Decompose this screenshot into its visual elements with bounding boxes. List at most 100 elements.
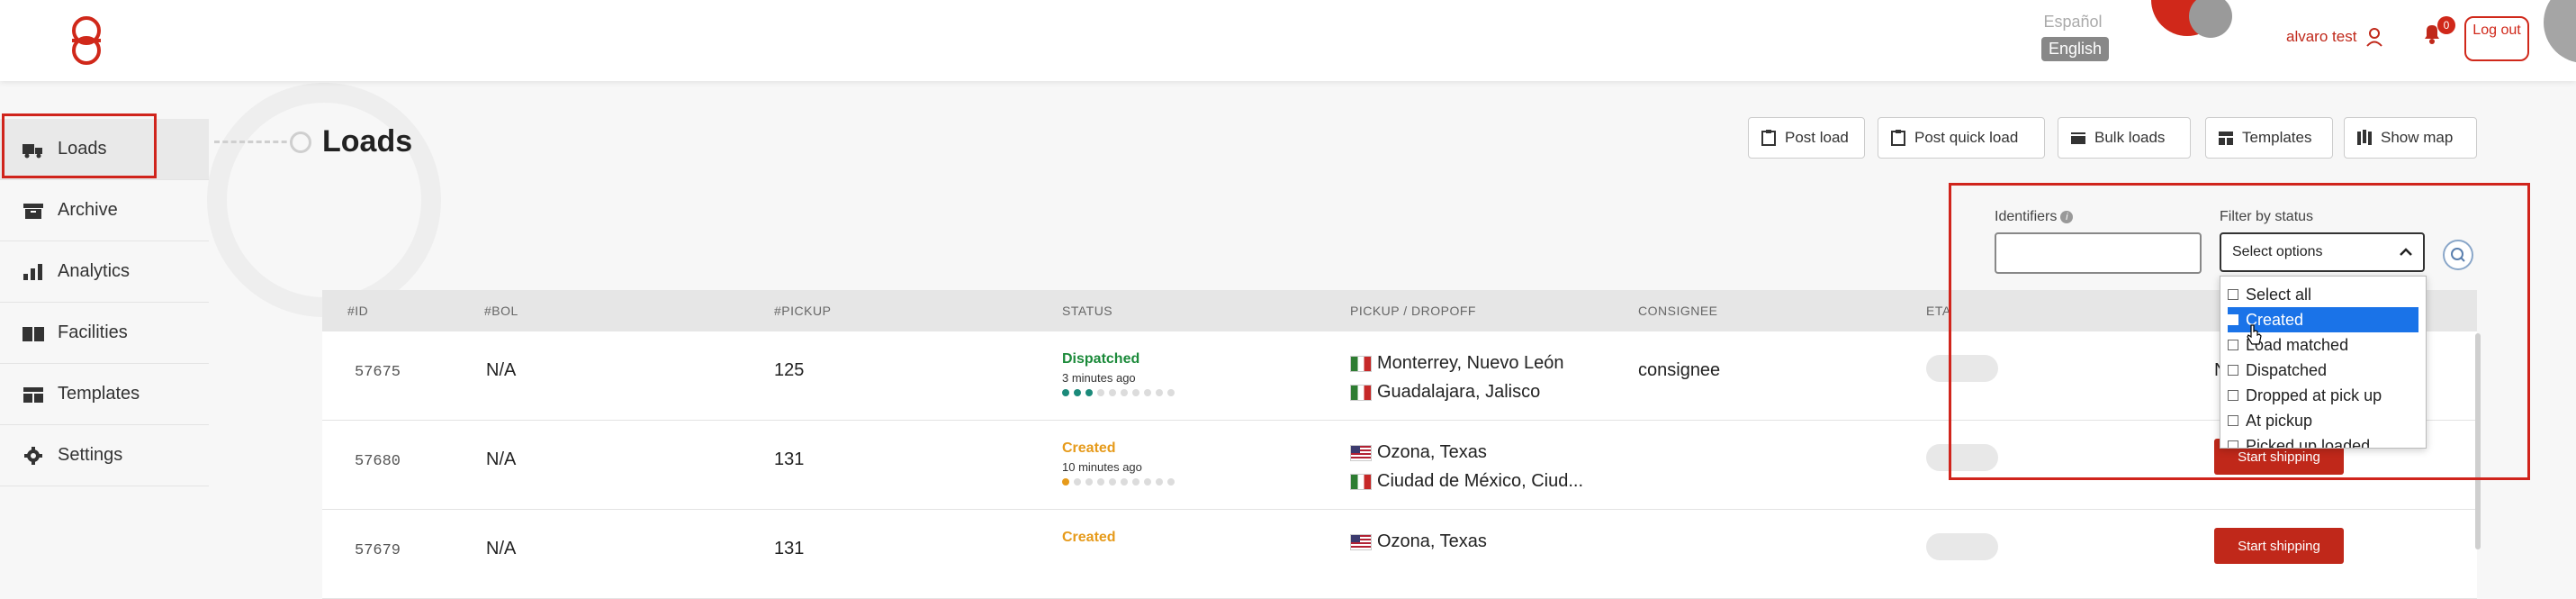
column-header-pickup[interactable]: #PICKUP — [774, 304, 831, 318]
post-load-button[interactable]: Post load — [1748, 117, 1865, 159]
consignee-value: consignee — [1638, 360, 1721, 380]
search-icon — [2451, 248, 2465, 262]
dropoff-city: Guadalajara, Jalisco — [1377, 382, 1541, 402]
post-quick-load-button[interactable]: Post quick load — [1878, 117, 2045, 159]
us-flag-icon — [1350, 444, 1372, 461]
filter-status-placeholder: Select options — [2232, 244, 2323, 259]
option-at-pickup[interactable]: At pickup — [2228, 408, 2418, 433]
status-label: Dispatched — [1062, 351, 1140, 367]
bol-value: N/A — [486, 449, 517, 469]
templates-button[interactable]: Templates — [2205, 117, 2333, 159]
dropoff-city: Ciudad de México, Ciud... — [1377, 471, 1584, 491]
sidebar-item-label: Templates — [58, 384, 140, 404]
search-button[interactable] — [2443, 240, 2473, 270]
status-options-dropdown[interactable]: Select all Created Load matched Dispatch… — [2220, 276, 2427, 449]
sidebar-item-settings[interactable]: Settings — [0, 425, 209, 486]
pickup-value: 125 — [774, 360, 805, 380]
start-shipping-button[interactable]: Start shipping — [2214, 528, 2344, 564]
sidebar-item-label: Analytics — [58, 261, 131, 281]
user-name: alvaro test — [2286, 28, 2357, 45]
checkbox[interactable] — [2228, 365, 2238, 376]
post-quick-load-label: Post quick load — [1914, 129, 2019, 146]
logout-button[interactable]: Log out — [2464, 16, 2529, 61]
status-label: Created — [1062, 440, 1116, 456]
column-header-eta[interactable]: ETA — [1926, 304, 1951, 318]
checkbox[interactable] — [2228, 314, 2238, 325]
show-map-button[interactable]: Show map — [2344, 117, 2477, 159]
pickup-value: 131 — [774, 449, 805, 469]
show-map-label: Show map — [2381, 129, 2454, 146]
background-dashed-line — [214, 141, 295, 143]
option-dispatched[interactable]: Dispatched — [2228, 358, 2418, 383]
pickup-city: Monterrey, Nuevo León — [1377, 353, 1564, 373]
pickup-location: Ozona, Texas — [1350, 442, 1487, 463]
language-en[interactable]: English — [2041, 37, 2110, 61]
sidebar-item-label: Archive — [58, 200, 118, 220]
filter-status-select[interactable]: Select options — [2220, 232, 2425, 272]
status-time: 3 minutes ago — [1062, 371, 1136, 385]
dropoff-location: Ciudad de México, Ciud... — [1350, 471, 1583, 492]
decorative-circle-grey-right — [2544, 0, 2576, 63]
template-icon — [2219, 132, 2233, 145]
dropoff-location: Guadalajara, Jalisco — [1350, 382, 1540, 403]
clipboard-icon — [1891, 130, 1905, 146]
bar-chart-icon — [23, 263, 42, 280]
option-dropped-at-pickup[interactable]: Dropped at pick up — [2228, 383, 2418, 408]
gear-icon — [24, 446, 42, 465]
notifications-button[interactable]: 0 — [2421, 16, 2455, 52]
sidebar-item-analytics[interactable]: Analytics — [0, 241, 209, 303]
top-bar: Español English alvaro test 0 Log out — [0, 0, 2576, 81]
column-header-id[interactable]: #ID — [347, 304, 368, 318]
load-id[interactable]: 57679 — [355, 542, 401, 559]
clipboard-icon — [1761, 130, 1776, 146]
load-id[interactable]: 57680 — [355, 453, 401, 470]
mouse-cursor-icon — [2247, 324, 2262, 345]
background-dot — [290, 132, 311, 153]
sidebar-item-templates[interactable]: Templates — [0, 364, 209, 425]
option-label: Picked up loaded — [2246, 436, 2371, 449]
templates-label: Templates — [2242, 129, 2312, 146]
background-decoration — [207, 83, 441, 317]
checkbox[interactable] — [2228, 289, 2238, 300]
bulk-loads-button[interactable]: Bulk loads — [2058, 117, 2191, 159]
sidebar-item-facilities[interactable]: Facilities — [0, 303, 209, 364]
status-time: 10 minutes ago — [1062, 460, 1142, 474]
language-es[interactable]: Español — [2041, 13, 2104, 32]
sidebar-item-archive[interactable]: Archive — [0, 180, 209, 241]
chevron-up-icon — [2400, 248, 2412, 256]
language-switcher: Español English — [2041, 13, 2110, 61]
bulk-loads-label: Bulk loads — [2094, 129, 2166, 146]
post-load-label: Post load — [1785, 129, 1849, 146]
column-header-consignee[interactable]: CONSIGNEE — [1638, 304, 1718, 318]
logo-icon[interactable] — [58, 11, 115, 68]
checkbox[interactable] — [2228, 390, 2238, 401]
pickup-city: Ozona, Texas — [1377, 442, 1487, 462]
checkbox[interactable] — [2228, 415, 2238, 426]
status-progress — [1062, 478, 1175, 486]
filter-status-label: Filter by status — [2220, 209, 2314, 224]
column-header-status[interactable]: STATUS — [1062, 304, 1112, 318]
identifiers-input[interactable] — [1995, 232, 2202, 274]
user-menu[interactable]: alvaro test — [2286, 27, 2383, 47]
stack-icon — [2071, 132, 2085, 144]
status-progress — [1062, 389, 1175, 396]
column-header-bol[interactable]: #BOL — [484, 304, 518, 318]
table-row[interactable]: 57679 N/A 131 Created Ozona, Texas Start… — [322, 510, 2477, 599]
loads-highlight-box — [2, 113, 157, 178]
mexico-flag-icon — [1350, 473, 1372, 490]
load-id[interactable]: 57675 — [355, 364, 401, 381]
option-picked-up-loaded[interactable]: Picked up loaded — [2228, 433, 2418, 449]
template-icon — [23, 386, 43, 403]
checkbox[interactable] — [2228, 440, 2238, 448]
warehouse-icon — [23, 326, 44, 341]
column-header-pickup-dropoff[interactable]: PICKUP / DROPOFF — [1350, 304, 1476, 318]
option-select-all[interactable]: Select all — [2228, 282, 2418, 307]
checkbox[interactable] — [2228, 340, 2238, 350]
notification-badge: 0 — [2437, 16, 2455, 34]
mexico-flag-icon — [1350, 384, 1372, 401]
sidebar-item-label: Settings — [58, 445, 123, 465]
info-icon[interactable]: i — [2060, 211, 2074, 223]
mexico-flag-icon — [1350, 355, 1372, 372]
us-flag-icon — [1350, 533, 1372, 550]
sidebar-item-label: Facilities — [58, 322, 128, 342]
